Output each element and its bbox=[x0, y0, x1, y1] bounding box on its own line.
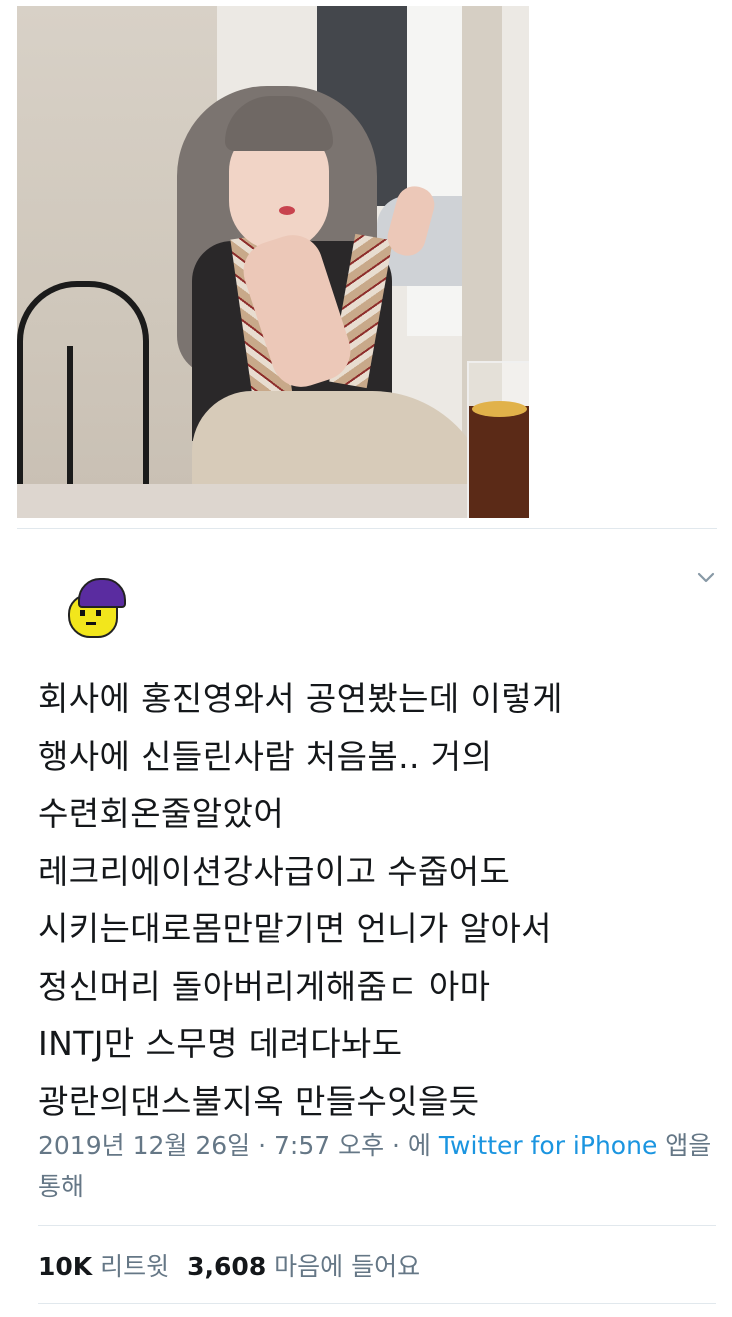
tweet-text-line: 광란의댄스불지옥 만들수잇을듯 bbox=[38, 1081, 480, 1121]
avatar-mouth bbox=[86, 622, 96, 625]
tweet-stats: 10K 리트윗 3,608 마음에 들어요 bbox=[38, 1247, 420, 1287]
tweet-text-line: 수련회온줄알았어 bbox=[38, 794, 285, 833]
tweet-text-line: 행사에 신들린사람 처음봄.. 거의 bbox=[38, 736, 493, 776]
source-app-link[interactable]: Twitter for iPhone bbox=[439, 1131, 657, 1160]
divider bbox=[17, 528, 717, 529]
via-prefix: 에 bbox=[407, 1131, 439, 1160]
chevron-down-icon[interactable] bbox=[694, 565, 718, 589]
retweets-stat[interactable]: 10K 리트윗 bbox=[38, 1252, 169, 1281]
likes-label: 마음에 들어요 bbox=[274, 1252, 421, 1281]
retweets-label: 리트윗 bbox=[100, 1252, 170, 1281]
meta-separator: · bbox=[384, 1131, 408, 1160]
avatar-cap bbox=[78, 578, 126, 608]
photo-lemon bbox=[472, 401, 527, 417]
photo-window-pane-light bbox=[407, 6, 467, 336]
avatar-eye bbox=[96, 610, 101, 616]
tweet-metadata: 2019년 12월 26일 · 7:57 오후 · 에 Twitter for … bbox=[38, 1125, 718, 1207]
tweet-detail-page: 회사에 홍진영와서 공연봤는데 이렇게 행사에 신들린사람 처음봄.. 거의 수… bbox=[0, 0, 732, 1317]
photo-drink bbox=[469, 406, 529, 518]
likes-stat[interactable]: 3,608 마음에 들어요 bbox=[187, 1252, 420, 1281]
tweet-photo[interactable] bbox=[17, 6, 529, 518]
tweet-text-line: 시키는대로몸만맡기면 언니가 알아서 bbox=[38, 909, 552, 948]
tweet-text-line: 회사에 홍진영와서 공연봤는데 이렇게 bbox=[38, 679, 563, 718]
tweet-text-line: INTJ만 스무명 데려다놔도 bbox=[38, 1024, 403, 1063]
photo-chair bbox=[17, 281, 149, 497]
retweets-count: 10K bbox=[38, 1252, 93, 1281]
tweet-text-line: 정신머리 돌아버리게해줌ㄷ 아마 bbox=[38, 966, 491, 1006]
divider bbox=[38, 1225, 716, 1226]
pixel-character-avatar-icon[interactable] bbox=[62, 576, 126, 640]
tweet-time: 7:57 오후 bbox=[273, 1131, 385, 1160]
tweet-date: 2019년 12월 26일 bbox=[38, 1131, 251, 1160]
tweet-text-line: 레크리에이션강사급이고 수줍어도 bbox=[38, 851, 511, 891]
divider bbox=[38, 1303, 716, 1304]
likes-count: 3,608 bbox=[187, 1252, 267, 1281]
meta-separator: · bbox=[250, 1131, 274, 1160]
tweet-text: 회사에 홍진영와서 공연봤는데 이렇게 행사에 신들린사람 처음봄.. 거의 수… bbox=[38, 670, 718, 1130]
avatar-eye bbox=[80, 610, 85, 616]
photo-table bbox=[17, 484, 529, 518]
photo-lips bbox=[279, 206, 295, 215]
